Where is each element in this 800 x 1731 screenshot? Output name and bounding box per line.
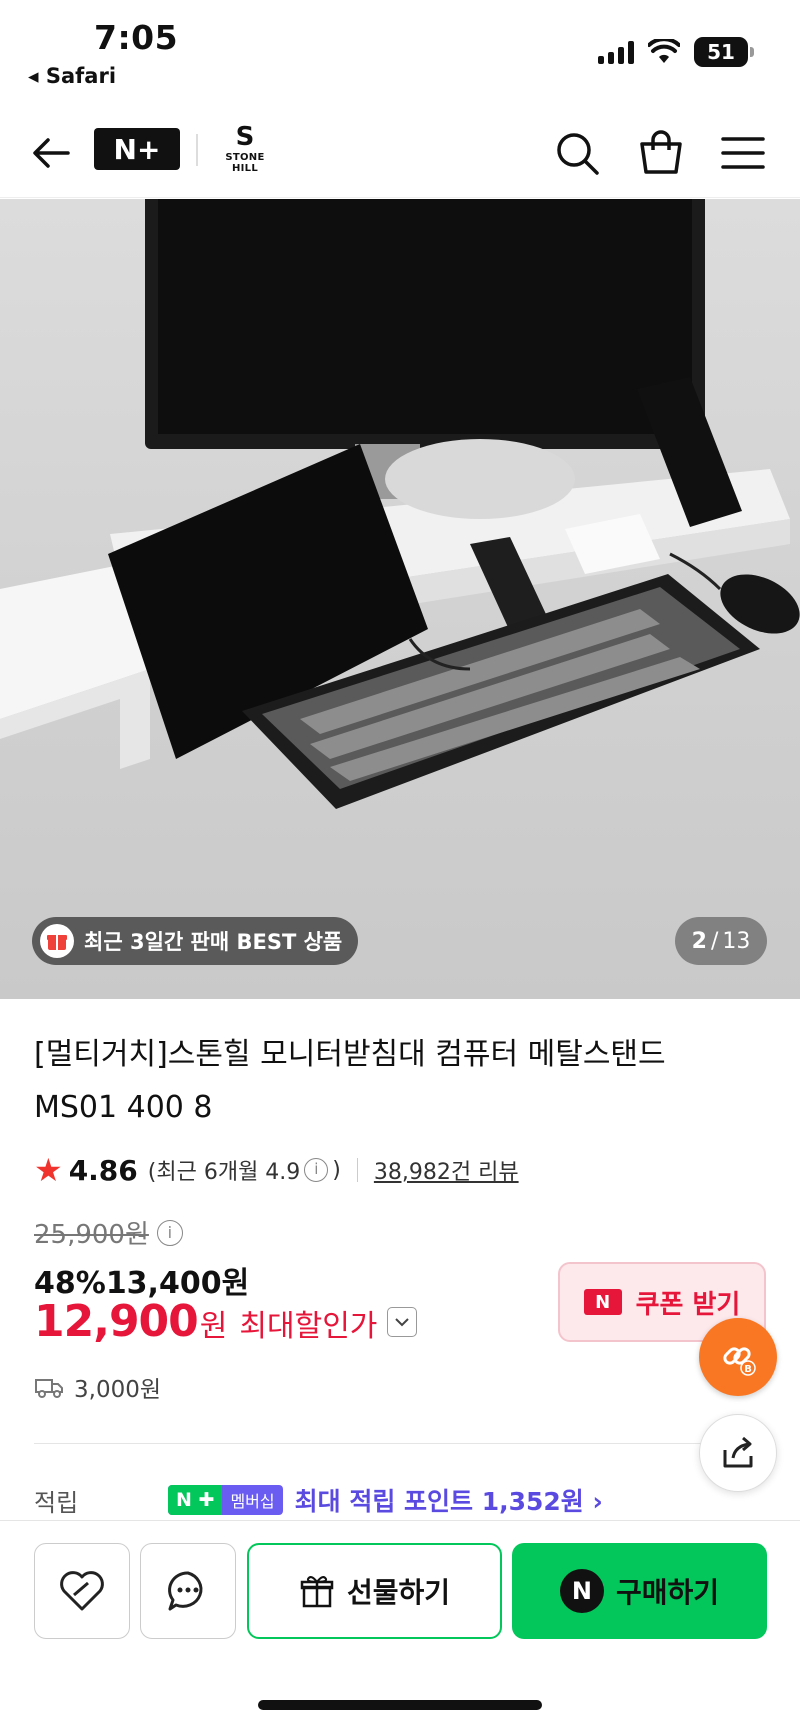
svg-text:B: B [744, 1364, 752, 1375]
image-counter-total: 13 [722, 928, 751, 954]
nplus-logo[interactable]: N+ [94, 128, 180, 170]
nplus-logo-text: N+ [113, 132, 161, 166]
buy-button[interactable]: N 구매하기 [512, 1543, 767, 1639]
back-app-label: Safari [45, 64, 117, 88]
signal-icon [598, 40, 634, 64]
divider [34, 1443, 766, 1444]
coupon-button-label: 쿠폰 받기 [635, 1289, 741, 1320]
nplus-membership-badge: N ✚ 멤버십 [168, 1485, 283, 1515]
wishlist-button[interactable] [34, 1543, 130, 1639]
product-title: [멀티거치]스톤힐 모니터받침대 컴퓨터 메탈스탠드 MS01 400 8 [34, 1037, 666, 1125]
gift-icon [40, 924, 74, 958]
price-info-icon[interactable]: i [156, 1219, 183, 1246]
max-price-unit: 원 [199, 1309, 228, 1344]
gift-button-label: 선물하기 [346, 1576, 451, 1609]
menu-icon[interactable] [718, 128, 768, 178]
product-photo [0, 199, 800, 809]
max-discount-label: 최대할인가 [239, 1309, 378, 1344]
rating-row: ★ 4.86 (최근 6개월 4.9 i ) 38,982건 리뷰 [34, 1150, 519, 1190]
review-count-link[interactable]: 38,982건 리뷰 [374, 1154, 519, 1186]
max-discount-price: 12,900 [34, 1296, 199, 1347]
original-price: 25,900원 [34, 1220, 149, 1250]
status-bar: 7:05 ◂ Safari 51 [0, 0, 800, 110]
back-to-app-link[interactable]: ◂ Safari [28, 64, 116, 88]
affiliate-link-button[interactable]: B [699, 1318, 777, 1396]
best-seller-badge: 최근 3일간 판매 BEST 상품 [32, 917, 359, 965]
points-label: 적립 [34, 1488, 79, 1517]
membership-text: 멤버십 [230, 1492, 275, 1511]
gift-button[interactable]: 선물하기 [247, 1543, 502, 1639]
gift-box-icon [300, 1576, 334, 1608]
rating-divider [356, 1158, 358, 1182]
share-button[interactable] [699, 1414, 777, 1492]
heart-icon [60, 1571, 104, 1611]
image-counter-slash: / [710, 928, 719, 954]
search-icon[interactable] [552, 128, 602, 178]
battery-icon: 51 [694, 37, 754, 67]
rating-score: 4.86 [68, 1153, 138, 1187]
brand-mark: S [235, 122, 255, 152]
info-icon[interactable]: i [304, 1158, 329, 1182]
nplus-badge-icon: N ✚ [168, 1485, 223, 1515]
points-row[interactable]: 적립 N ✚ 멤버십 최대 적립 포인트 1,352원 › [34, 1478, 764, 1522]
logo-divider [196, 134, 198, 166]
wifi-icon [648, 39, 680, 63]
shipping-fee: 3,000원 [74, 1377, 162, 1403]
image-counter-current: 2 [691, 928, 707, 954]
product-image[interactable] [0, 199, 800, 999]
shopping-bag-icon[interactable] [636, 128, 686, 178]
buy-button-label: 구매하기 [615, 1576, 720, 1609]
status-time: 7:05 [94, 18, 179, 57]
top-navigation: N+ S STONE HILL [0, 112, 800, 198]
max-discount-price-row: 12,900 원 최대할인가 [34, 1296, 418, 1347]
truck-icon [35, 1379, 63, 1398]
recent-rating-close: ) [332, 1157, 341, 1183]
star-icon: ★ [34, 1151, 63, 1189]
back-arrow-icon[interactable] [28, 130, 74, 176]
max-points-text: 최대 적립 포인트 1,352원 › [294, 1487, 603, 1516]
image-counter: 2 / 13 [675, 917, 767, 965]
share-icon [723, 1436, 753, 1468]
chevron-down-icon[interactable] [387, 1306, 418, 1337]
status-icons: 51 [598, 34, 754, 70]
coupon-tag-icon: N [583, 1289, 622, 1315]
naver-pay-icon: N [559, 1569, 604, 1613]
shipping-row: 3,000원 [34, 1370, 161, 1404]
recent-rating: (최근 6개월 4.9 [147, 1160, 301, 1185]
home-indicator [258, 1700, 542, 1710]
best-seller-text: 최근 3일간 판매 BEST 상품 [84, 930, 343, 954]
brand-name: STONE HILL [225, 152, 265, 174]
brand-logo[interactable]: S STONE HILL [212, 122, 278, 174]
original-price-row: 25,900원 i [34, 1214, 183, 1251]
chat-button[interactable] [140, 1543, 236, 1639]
chat-bubble-icon [168, 1571, 203, 1611]
link-icon: B [723, 1347, 756, 1376]
